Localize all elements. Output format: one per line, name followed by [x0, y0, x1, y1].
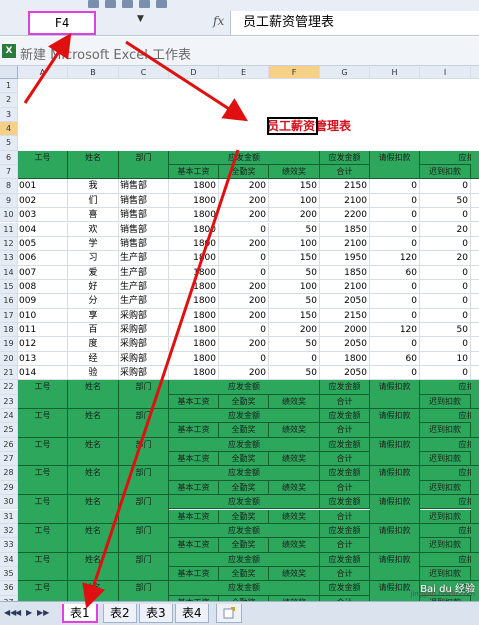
- arrow-to-namebox: [23, 32, 72, 104]
- annotation-arrows: [23, 32, 249, 609]
- watermark-url: jingyan.baidu.com: [410, 590, 475, 598]
- arrow-to-title: [125, 40, 249, 122]
- arrow-to-tab: [82, 149, 240, 609]
